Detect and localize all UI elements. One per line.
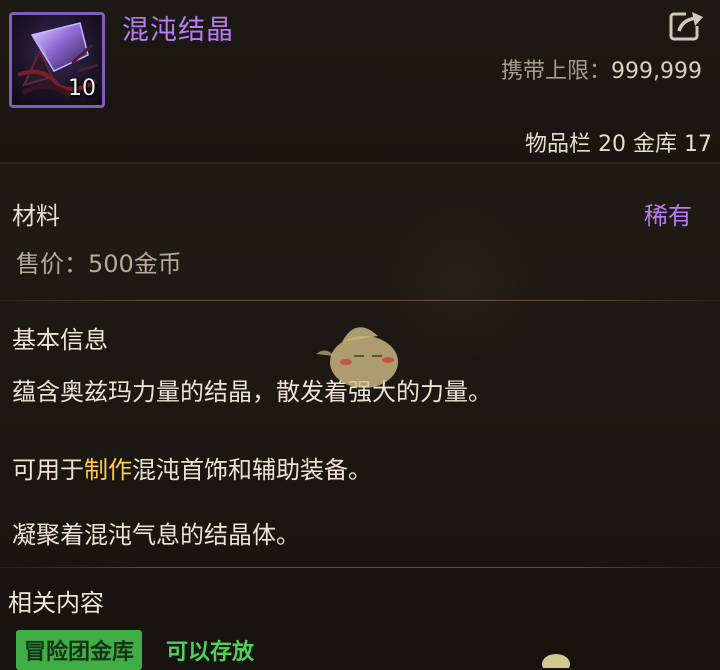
item-price: 售价：500金币 — [16, 250, 182, 278]
chaos-crystal-icon[interactable]: 10 — [9, 12, 105, 108]
basic-info-title: 基本信息 — [12, 326, 108, 354]
mascot-corner-icon — [542, 654, 570, 668]
item-rarity: 稀有 — [644, 202, 692, 230]
description-line: 凝聚着混沌气息的结晶体。 — [12, 521, 300, 549]
storable-note: 可以存放 — [166, 640, 255, 665]
item-category: 材料 — [12, 202, 60, 230]
carry-limit-label: 携带上限： — [501, 59, 612, 84]
description-line: 可用于制作混沌首饰和辅助装备。 — [12, 450, 372, 485]
mascot-watermark — [316, 327, 398, 388]
craft-link[interactable]: 制作 — [84, 456, 132, 484]
related-title: 相关内容 — [8, 589, 104, 617]
share-icon[interactable] — [668, 8, 706, 42]
carry-limit: 携带上限：999,999 — [501, 53, 702, 85]
description-prefix: 可用于 — [12, 456, 84, 484]
adventure-vault-tag[interactable]: 冒险团金库 — [16, 630, 143, 670]
description-line: 蕴含奥兹玛力量的结晶，散发着强大的力量。 — [12, 378, 492, 406]
item-name: 混沌结晶 — [122, 15, 234, 46]
header-divider — [0, 162, 720, 164]
storage-counts: 物品栏 20 金库 17 — [525, 132, 712, 157]
description-suffix: 混沌首饰和辅助装备。 — [132, 456, 372, 484]
item-count: 10 — [68, 76, 96, 101]
carry-limit-value: 999,999 — [611, 59, 702, 84]
divider — [0, 567, 720, 568]
divider — [0, 300, 720, 301]
item-header: 10 混沌结晶 携带上限：999,999 物品栏 20 金库 17 — [0, 0, 720, 162]
